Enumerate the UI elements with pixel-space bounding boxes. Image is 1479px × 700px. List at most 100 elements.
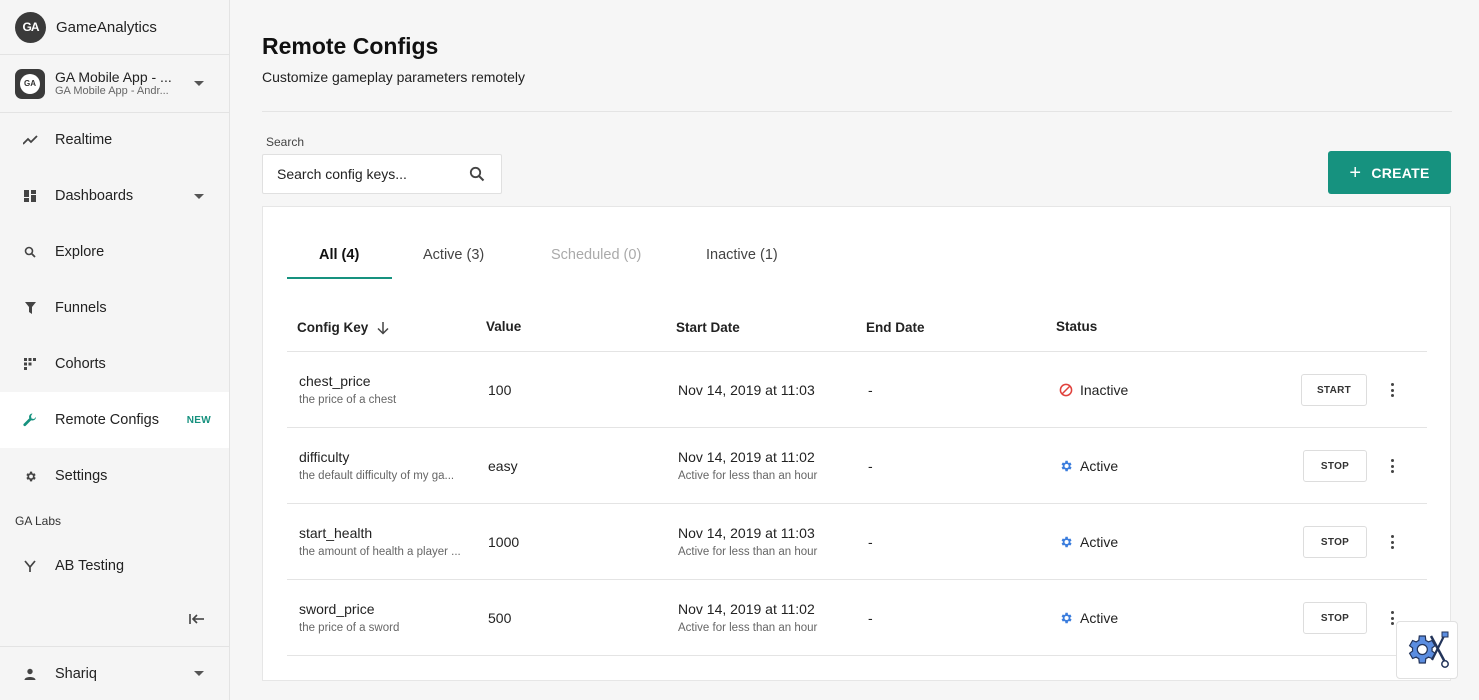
search-box[interactable] [262, 154, 502, 194]
trend-line-icon [22, 132, 38, 148]
status: Active [1059, 458, 1118, 474]
sidebar-item-ab-testing[interactable]: AB Testing [0, 538, 229, 594]
sidebar-item-cohorts[interactable]: Cohorts [0, 336, 229, 392]
end-date: - [868, 458, 873, 474]
sidebar-item-settings[interactable]: Settings [0, 448, 229, 504]
game-subtitle: GA Mobile App - Andr... [55, 84, 169, 97]
sidebar-item-label: Explore [55, 244, 105, 260]
sidebar-item-label: Funnels [55, 300, 107, 316]
tab-active[interactable]: Active (3) [423, 247, 484, 263]
brand-header[interactable]: GA GameAnalytics [0, 0, 229, 55]
chevron-down-icon[interactable] [194, 194, 204, 199]
chevron-down-icon[interactable] [194, 81, 204, 86]
start-date: Nov 14, 2019 at 11:02 [678, 601, 815, 617]
page-title: Remote Configs [262, 33, 439, 59]
status-label: Active [1080, 458, 1119, 474]
column-header-start-date: Start Date [676, 320, 740, 335]
start-button[interactable]: START [1301, 374, 1367, 406]
header-divider [262, 111, 1452, 112]
table-row[interactable]: difficulty the default difficulty of my … [287, 428, 1427, 504]
table-row[interactable]: sword_price the price of a sword 500 Nov… [287, 580, 1427, 656]
end-date: - [868, 534, 873, 550]
status-label: Active [1080, 610, 1119, 626]
config-value: easy [488, 458, 518, 474]
column-header-status: Status [1056, 319, 1098, 334]
more-options-icon[interactable] [1387, 457, 1397, 475]
config-key: sword_price [299, 601, 375, 617]
status-label: Active [1080, 534, 1119, 550]
sidebar-item-realtime[interactable]: Realtime [0, 112, 229, 168]
tools-gear-icon [1408, 631, 1449, 668]
ga-labs-section-label: GA Labs [15, 514, 62, 528]
column-header-value: Value [486, 319, 522, 334]
plus-icon: + [1349, 161, 1362, 184]
new-badge: NEW [186, 414, 211, 426]
stop-button[interactable]: STOP [1303, 450, 1367, 482]
config-key: start_health [299, 525, 373, 541]
ga-logo-icon: GA [15, 11, 46, 43]
game-icon-text: GA [20, 73, 40, 94]
sidebar-item-dashboards[interactable]: Dashboards [0, 168, 229, 224]
config-key: chest_price [299, 373, 371, 389]
sort-arrow-down-icon[interactable] [376, 321, 390, 335]
user-name: Shariq [55, 665, 97, 682]
page-subtitle: Customize gameplay parameters remotely [262, 69, 525, 85]
status: Active [1059, 534, 1118, 550]
brand-name: GameAnalytics [56, 18, 157, 36]
table-row[interactable]: start_health the amount of health a play… [287, 504, 1427, 580]
game-picker[interactable]: GA GA Mobile App - ... GA Mobile App - A… [0, 55, 229, 113]
create-button[interactable]: + CREATE [1328, 151, 1451, 194]
sidebar-item-label: Settings [55, 468, 108, 484]
tab-inactive[interactable]: Inactive (1) [706, 247, 778, 263]
search-icon[interactable] [469, 166, 485, 182]
sidebar-item-label: Remote Configs [55, 412, 159, 428]
funnel-icon [22, 300, 38, 316]
active-gear-icon [1061, 536, 1072, 548]
status-label: Inactive [1080, 382, 1129, 398]
column-header-config-key[interactable]: Config Key [297, 320, 390, 335]
table-row[interactable]: chest_price the price of a chest 100 Nov… [287, 352, 1427, 428]
person-icon [22, 666, 38, 682]
active-gear-icon [1061, 460, 1072, 472]
gear-icon [22, 468, 38, 484]
column-header-end-date: End Date [866, 320, 925, 335]
column-header-label: Config Key [297, 320, 369, 335]
config-description: the price of a sword [299, 622, 400, 634]
config-key: difficulty [299, 449, 350, 465]
support-widget[interactable] [1396, 621, 1458, 679]
sidebar-item-label: Cohorts [55, 356, 106, 372]
active-gear-icon [1061, 612, 1072, 624]
magnifier-icon [22, 244, 38, 260]
status: Inactive [1059, 382, 1128, 398]
collapse-sidebar-icon[interactable] [189, 612, 205, 630]
start-date-note: Active for less than an hour [678, 622, 818, 634]
dots-grid-icon [22, 356, 38, 372]
more-options-icon[interactable] [1387, 533, 1397, 551]
game-title: GA Mobile App - ... [55, 68, 172, 85]
config-description: the default difficulty of my ga... [299, 470, 455, 482]
sidebar-item-explore[interactable]: Explore [0, 224, 229, 280]
tab-underline [287, 277, 392, 279]
row-divider [287, 655, 1427, 656]
sidebar-item-label: Realtime [55, 132, 113, 148]
stop-button[interactable]: STOP [1303, 526, 1367, 558]
tab-scheduled[interactable]: Scheduled (0) [551, 247, 641, 263]
sidebar-item-remote-configs[interactable]: Remote Configs NEW [0, 392, 229, 448]
inactive-status-icon [1059, 383, 1073, 397]
start-date-note: Active for less than an hour [678, 470, 818, 482]
tab-all[interactable]: All (4) [319, 247, 359, 263]
user-menu[interactable]: Shariq [0, 646, 229, 700]
sidebar: GA GameAnalytics GA GA Mobile App - ... … [0, 0, 230, 700]
config-description: the amount of health a player ... [299, 546, 461, 558]
config-value: 500 [488, 610, 512, 626]
sidebar-item-label: Dashboards [55, 188, 134, 204]
fork-icon [22, 558, 38, 574]
stop-button[interactable]: STOP [1303, 602, 1367, 634]
search-input[interactable] [277, 166, 457, 182]
chevron-down-icon[interactable] [194, 671, 204, 676]
sidebar-item-funnels[interactable]: Funnels [0, 280, 229, 336]
start-date: Nov 14, 2019 at 11:03 [678, 525, 815, 541]
more-options-icon[interactable] [1387, 381, 1397, 399]
end-date: - [868, 382, 873, 398]
start-date: Nov 14, 2019 at 11:03 [678, 382, 815, 398]
